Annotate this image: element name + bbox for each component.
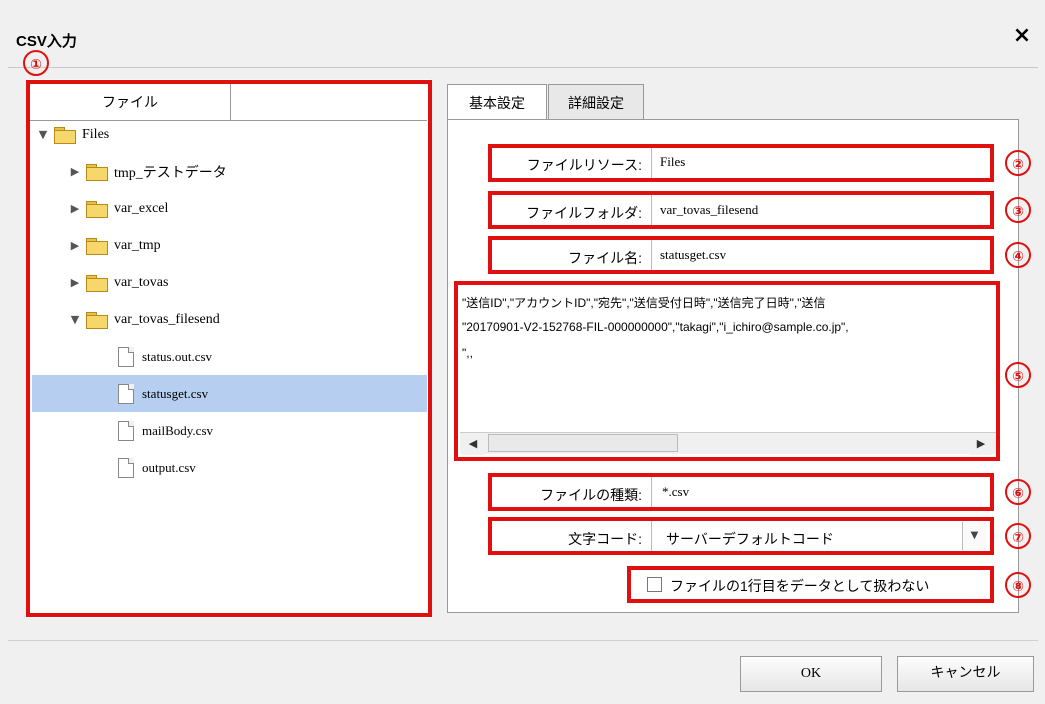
- file-name-label: ファイル名:: [568, 250, 642, 266]
- close-icon[interactable]: ×: [1008, 22, 1036, 50]
- separator: [651, 195, 652, 225]
- separator: [651, 477, 652, 507]
- title-bar: [0, 0, 1045, 68]
- file-resource-label: ファイルリソース:: [526, 157, 642, 173]
- file-name-value[interactable]: statusget.csv: [660, 247, 726, 263]
- separator: [651, 240, 652, 270]
- skip-first-row-label: ファイルの1行目をデータとして扱わない: [670, 578, 930, 594]
- marker-4: ④: [1005, 242, 1031, 268]
- marker-7: ⑦: [1005, 523, 1031, 549]
- marker-1: ①: [23, 50, 49, 76]
- separator: [651, 148, 652, 178]
- marker-8: ⑧: [1005, 572, 1031, 598]
- cancel-button[interactable]: キャンセル: [897, 656, 1034, 692]
- file-folder-label: ファイルフォルダ:: [526, 205, 642, 221]
- separator: [651, 521, 652, 551]
- encoding-label: 文字コード:: [568, 531, 642, 547]
- file-folder-value[interactable]: var_tovas_filesend: [660, 202, 758, 218]
- marker-2: ②: [1005, 150, 1031, 176]
- file-type-value[interactable]: *.csv: [662, 484, 689, 500]
- highlight-box-1: [26, 80, 432, 617]
- dialog-title: CSV入力: [16, 33, 77, 50]
- file-type-label: ファイルの種類:: [540, 487, 642, 503]
- tab-basic-settings[interactable]: 基本設定: [447, 84, 547, 120]
- marker-6: ⑥: [1005, 479, 1031, 505]
- marker-5: ⑤: [1005, 362, 1031, 388]
- button-divider: [8, 640, 1038, 641]
- title-divider: [8, 67, 1038, 68]
- marker-3: ③: [1005, 197, 1031, 223]
- highlight-box-5: [454, 281, 1000, 461]
- file-resource-value[interactable]: Files: [660, 154, 685, 170]
- tab-detail-settings[interactable]: 詳細設定: [548, 84, 644, 120]
- skip-first-row-checkbox[interactable]: [647, 577, 662, 592]
- chevron-down-icon[interactable]: ▼: [962, 522, 986, 550]
- encoding-select[interactable]: サーバーデフォルトコード: [666, 529, 834, 549]
- ok-button[interactable]: OK: [740, 656, 882, 692]
